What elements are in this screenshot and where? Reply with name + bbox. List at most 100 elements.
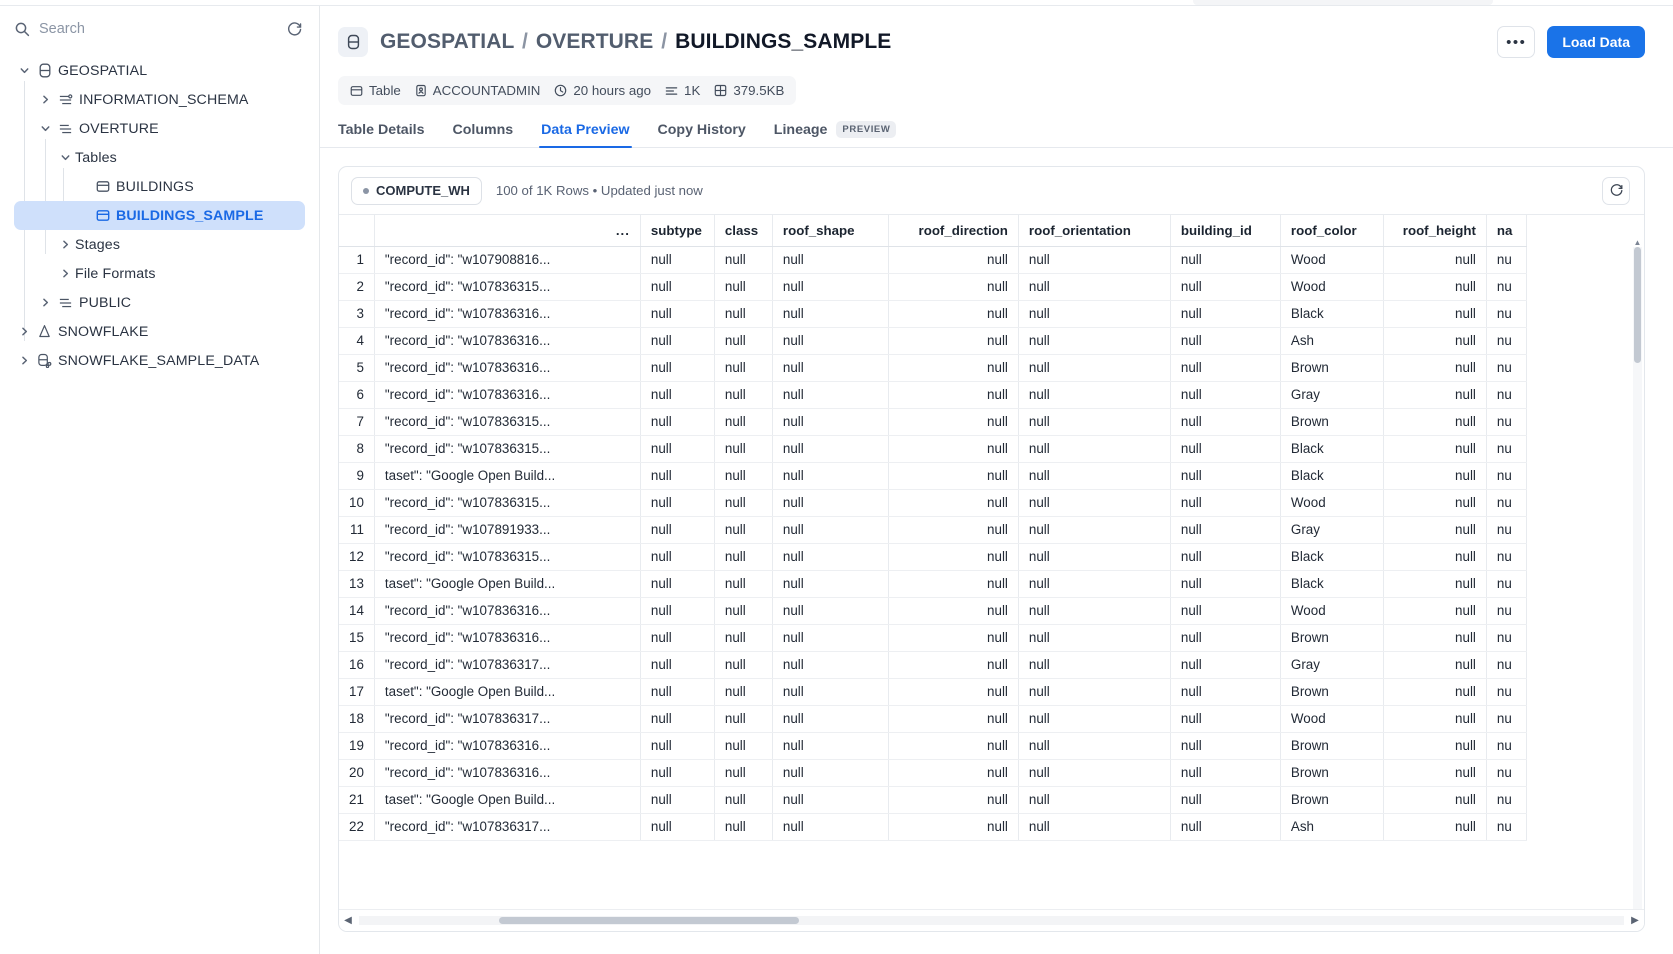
cell-json[interactable]: "record_id": "w107836315... [374,543,641,571]
cell-json[interactable]: "record_id": "w107836315... [374,435,641,463]
cell-na[interactable]: nu [1486,462,1527,490]
cell-roof-orientation[interactable]: null [1018,624,1171,652]
cell-idx[interactable]: 5 [339,354,375,382]
cell-subtype[interactable]: null [640,813,715,841]
cell-json[interactable]: taset": "Google Open Build... [374,462,641,490]
col-header-roof-shape[interactable]: roof_shape [772,215,889,247]
cell-na[interactable]: nu [1486,678,1527,706]
cell-subtype[interactable]: null [640,327,715,355]
cell-roof-color[interactable]: Gray [1280,516,1384,544]
cell-roof-orientation[interactable]: null [1018,705,1171,733]
cell-subtype[interactable]: null [640,651,715,679]
cell-subtype[interactable]: null [640,462,715,490]
cell-roof-orientation[interactable]: null [1018,300,1171,328]
cell-subtype[interactable]: null [640,300,715,328]
cell-roof-shape[interactable]: null [772,813,889,841]
table-row[interactable]: 17 taset": "Google Open Build... null null n… [339,678,1527,706]
cell-idx[interactable]: 1 [339,246,375,274]
cell-roof-shape[interactable]: null [772,597,889,625]
cell-idx[interactable]: 12 [339,543,375,571]
cell-na[interactable]: nu [1486,489,1527,517]
cell-roof-height[interactable]: null [1383,813,1487,841]
cell-roof-shape[interactable]: null [772,732,889,760]
sidebar-item-file-formats[interactable]: File Formats [14,259,305,288]
cell-json[interactable]: "record_id": "w107836316... [374,354,641,382]
cell-na[interactable]: nu [1486,543,1527,571]
cell-idx[interactable]: 14 [339,597,375,625]
cell-roof-shape[interactable]: null [772,678,889,706]
cell-roof-color[interactable]: Black [1280,462,1384,490]
cell-json[interactable]: "record_id": "w107836317... [374,813,641,841]
cell-roof-direction[interactable]: null [888,273,1019,301]
cell-roof-color[interactable]: Brown [1280,408,1384,436]
cell-building-id[interactable]: null [1170,246,1281,274]
cell-roof-orientation[interactable]: null [1018,273,1171,301]
cell-roof-shape[interactable]: null [772,705,889,733]
table-row[interactable]: 12 "record_id": "w107836315... null null nul… [339,543,1527,571]
cell-idx[interactable]: 9 [339,462,375,490]
cell-subtype[interactable]: null [640,246,715,274]
sidebar-item-information-schema[interactable]: INFORMATION_SCHEMA [14,85,305,114]
cell-roof-height[interactable]: null [1383,597,1487,625]
cell-subtype[interactable]: null [640,381,715,409]
cell-json[interactable]: "record_id": "w107836316... [374,732,641,760]
sidebar-item-buildings[interactable]: BUILDINGS [14,172,305,201]
cell-json[interactable]: "record_id": "w107836316... [374,327,641,355]
cell-building-id[interactable]: null [1170,732,1281,760]
breadcrumb-database[interactable]: GEOSPATIAL [380,30,514,53]
cell-roof-color[interactable]: Brown [1280,732,1384,760]
cell-json[interactable]: "record_id": "w107836316... [374,300,641,328]
cell-idx[interactable]: 17 [339,678,375,706]
cell-building-id[interactable]: null [1170,381,1281,409]
cell-idx[interactable]: 18 [339,705,375,733]
cell-roof-color[interactable]: Wood [1280,273,1384,301]
cell-na[interactable]: nu [1486,273,1527,301]
cell-na[interactable]: nu [1486,705,1527,733]
cell-building-id[interactable]: null [1170,516,1281,544]
cell-idx[interactable]: 22 [339,813,375,841]
cell-idx[interactable]: 16 [339,651,375,679]
table-row[interactable]: 22 "record_id": "w107836317... null null nul… [339,813,1527,841]
table-row[interactable]: 8 "record_id": "w107836315... null null null… [339,435,1527,463]
cell-building-id[interactable]: null [1170,489,1281,517]
cell-roof-direction[interactable]: null [888,435,1019,463]
table-row[interactable]: 13 taset": "Google Open Build... null null n… [339,570,1527,598]
cell-roof-direction[interactable]: null [888,597,1019,625]
col-header-roof-orientation[interactable]: roof_orientation [1018,215,1171,247]
vertical-scroll-thumb[interactable] [1634,247,1641,363]
data-grid-scroll-area[interactable]: ... subtype class roof_shape roof_direct… [339,215,1644,931]
cell-subtype[interactable]: null [640,759,715,787]
cell-na[interactable]: nu [1486,759,1527,787]
cell-roof-height[interactable]: null [1383,705,1487,733]
cell-roof-color[interactable]: Brown [1280,786,1384,814]
table-row[interactable]: 16 "record_id": "w107836317... null null nul… [339,651,1527,679]
cell-roof-height[interactable]: null [1383,300,1487,328]
col-header-subtype[interactable]: subtype [640,215,715,247]
cell-roof-direction[interactable]: null [888,813,1019,841]
cell-idx[interactable]: 11 [339,516,375,544]
chevron-down-icon[interactable] [14,61,34,81]
cell-na[interactable]: nu [1486,651,1527,679]
table-row[interactable]: 14 "record_id": "w107836316... null null nul… [339,597,1527,625]
cell-building-id[interactable]: null [1170,435,1281,463]
cell-class[interactable]: null [714,381,773,409]
cell-building-id[interactable]: null [1170,543,1281,571]
cell-roof-height[interactable]: null [1383,624,1487,652]
cell-roof-height[interactable]: null [1383,516,1487,544]
cell-roof-orientation[interactable]: null [1018,354,1171,382]
cell-na[interactable]: nu [1486,786,1527,814]
cell-subtype[interactable]: null [640,273,715,301]
sidebar-item-snowflake[interactable]: SNOWFLAKE [14,317,305,346]
cell-subtype[interactable]: null [640,786,715,814]
cell-roof-height[interactable]: null [1383,408,1487,436]
cell-class[interactable]: null [714,705,773,733]
cell-roof-direction[interactable]: null [888,381,1019,409]
cell-building-id[interactable]: null [1170,462,1281,490]
cell-roof-height[interactable]: null [1383,381,1487,409]
table-row[interactable]: 20 "record_id": "w107836316... null null nul… [339,759,1527,787]
cell-roof-orientation[interactable]: null [1018,732,1171,760]
cell-roof-shape[interactable]: null [772,786,889,814]
cell-roof-orientation[interactable]: null [1018,651,1171,679]
cell-class[interactable]: null [714,408,773,436]
cell-building-id[interactable]: null [1170,678,1281,706]
